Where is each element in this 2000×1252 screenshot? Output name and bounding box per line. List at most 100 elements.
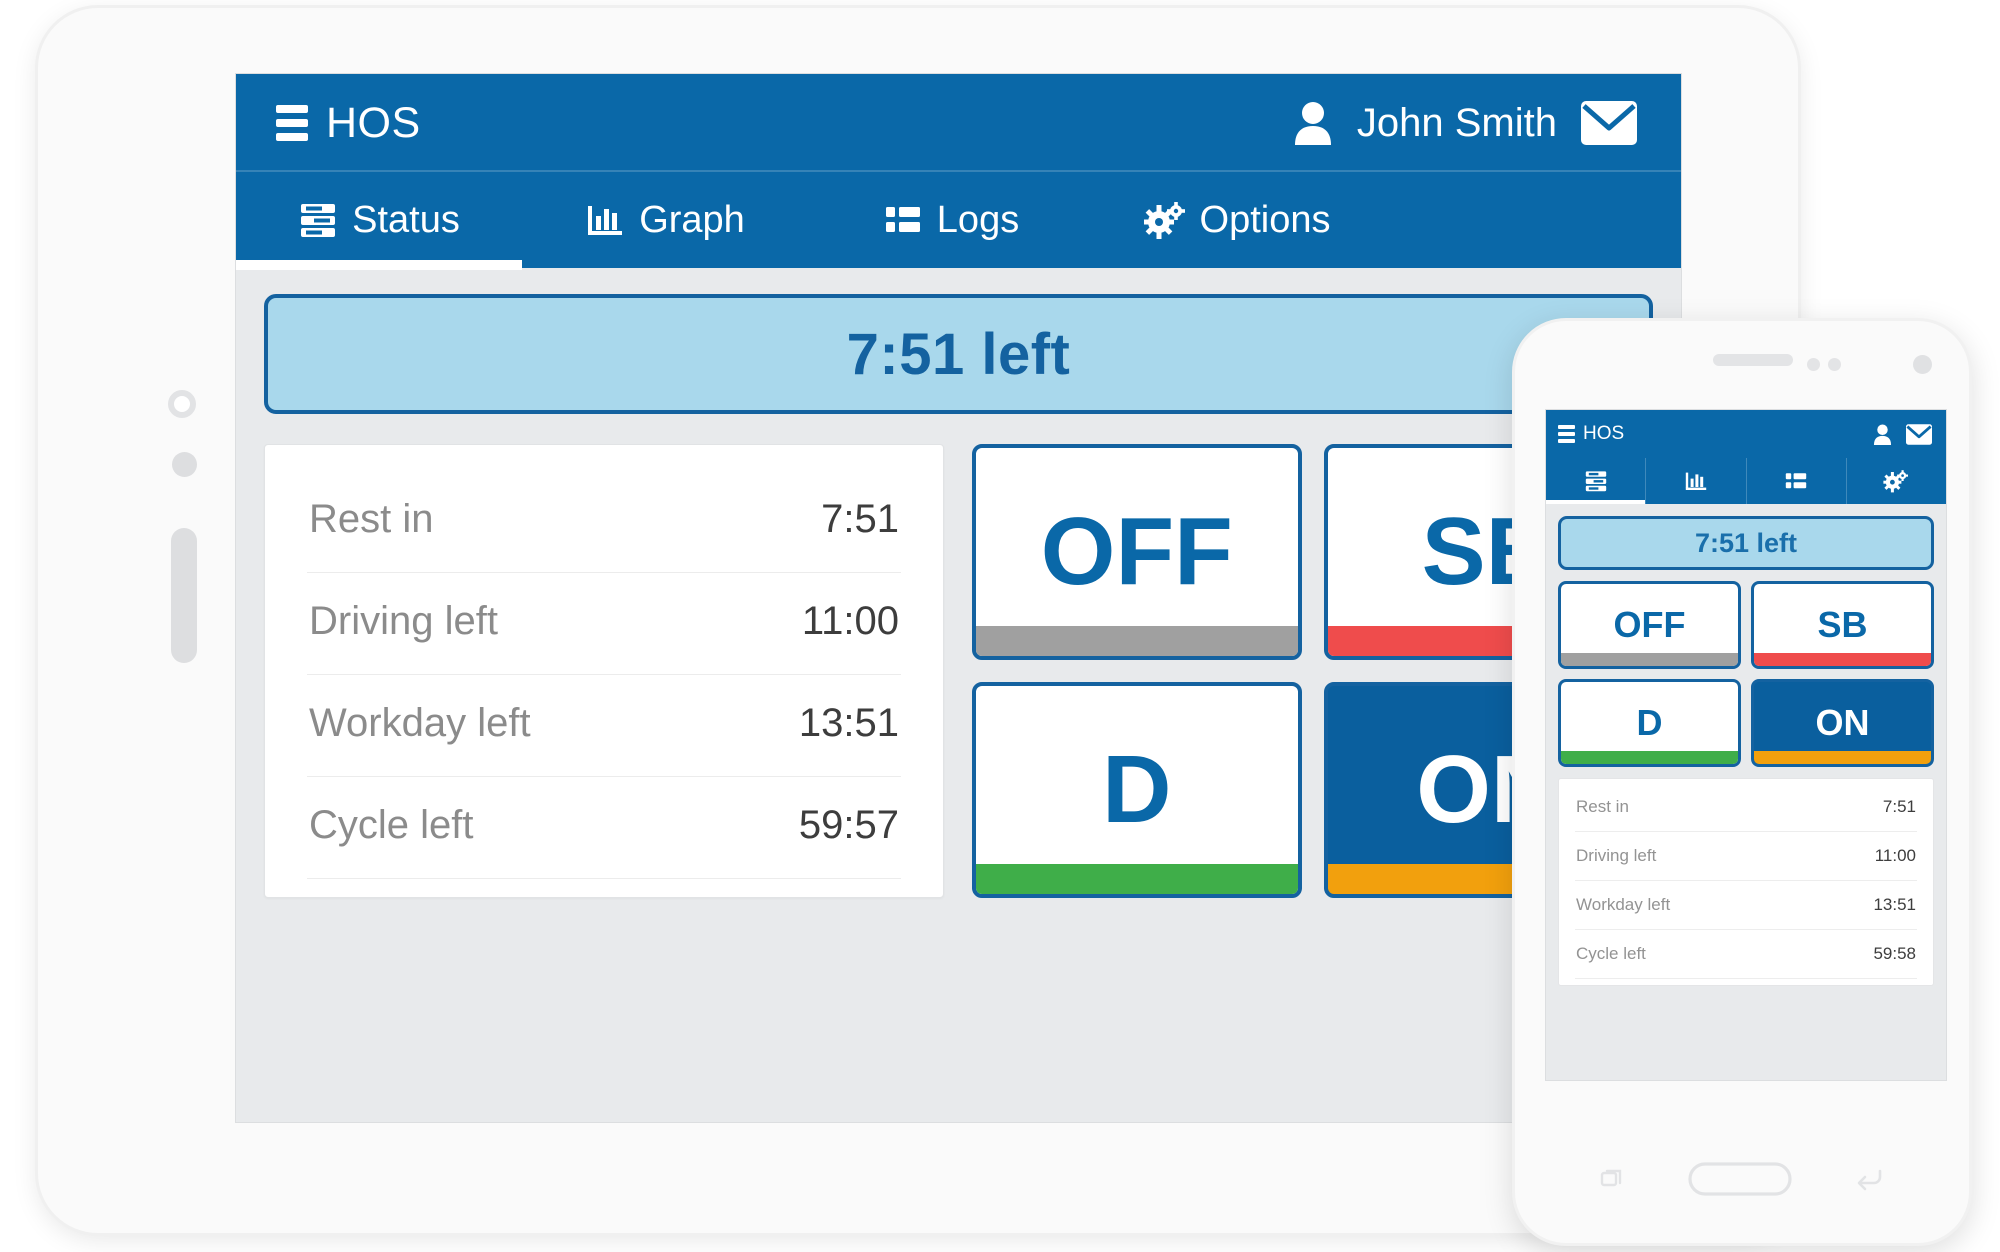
phone-sensor-icon-2 <box>1828 358 1841 371</box>
table-row: Workday left 13:51 <box>1575 881 1917 930</box>
hamburger-icon[interactable] <box>1558 425 1575 443</box>
back-icon[interactable] <box>1854 1166 1884 1192</box>
table-row: Driving left 11:00 <box>307 573 901 675</box>
duty-button-off[interactable]: OFF <box>1558 581 1741 669</box>
envelope-icon[interactable] <box>1906 423 1932 445</box>
duty-color-bar <box>976 626 1298 656</box>
tab-graph[interactable]: Graph <box>522 172 808 268</box>
stat-label: Cycle left <box>1576 944 1646 963</box>
hos-stats-card: Rest in 7:51 Driving left 11:00 Workday … <box>264 444 944 898</box>
table-row: Cycle left 59:57 <box>307 777 901 879</box>
phone-system-nav <box>1515 1147 1969 1211</box>
stat-label: Driving left <box>1576 846 1657 865</box>
table-row: Driving left 11:00 <box>1575 832 1917 881</box>
tab-status[interactable] <box>1546 458 1647 504</box>
duty-status-grid: OFF SB D ON <box>1558 581 1934 767</box>
tablet-camera-icon <box>168 390 196 418</box>
duty-color-bar <box>976 864 1298 894</box>
gears-icon <box>1143 200 1186 240</box>
phone-camera-icon <box>1913 355 1932 374</box>
stat-value: 11:00 <box>801 599 899 643</box>
tablet-side-button[interactable] <box>171 528 197 663</box>
tablet-tab-bar: Status Graph Logs Options <box>236 172 1681 270</box>
tab-graph[interactable] <box>1646 458 1747 504</box>
duty-button-on[interactable]: ON <box>1751 679 1934 767</box>
tablet-app-header: HOS John Smith <box>236 74 1681 172</box>
duty-button-sb[interactable]: SB <box>1751 581 1934 669</box>
tab-logs[interactable] <box>1747 458 1847 504</box>
duty-color-bar <box>1561 751 1738 764</box>
duty-color-bar <box>1754 751 1931 764</box>
tab-options[interactable]: Options <box>1094 172 1380 268</box>
time-left-banner: 7:51 left <box>264 294 1653 414</box>
tablet-main-row: Rest in 7:51 Driving left 11:00 Workday … <box>264 444 1653 898</box>
time-left-banner: 7:51 left <box>1558 516 1934 570</box>
phone-sensor-icon <box>1807 358 1820 371</box>
stat-value: 59:58 <box>1873 944 1916 963</box>
stat-label: Workday left <box>309 701 531 745</box>
gears-icon <box>1883 469 1909 493</box>
tab-logs-label: Logs <box>936 198 1020 241</box>
duty-button-label: OFF <box>1613 604 1686 645</box>
stat-label: Cycle left <box>309 803 474 847</box>
recents-icon[interactable] <box>1600 1166 1626 1192</box>
tablet-screen: HOS John Smith Status Graph Logs Options… <box>235 73 1682 1123</box>
duty-button-off[interactable]: OFF <box>972 444 1302 660</box>
hamburger-icon[interactable] <box>276 105 308 141</box>
duty-button-label: SB <box>1817 604 1868 645</box>
phone-device: HOS 7:51 left OFF SB D ON Rest in 7:51 D… <box>1512 318 1972 1246</box>
tablet-header-right: John Smith <box>1293 101 1637 146</box>
person-icon[interactable] <box>1293 101 1333 145</box>
tab-options[interactable] <box>1847 458 1946 504</box>
user-name-label: John Smith <box>1356 100 1557 145</box>
duty-button-label: D <box>1102 736 1172 843</box>
stat-value: 7:51 <box>1882 797 1916 816</box>
tab-status-label: Status <box>352 198 460 241</box>
hos-stats-card: Rest in 7:51 Driving left 11:00 Workday … <box>1558 778 1934 986</box>
home-icon[interactable] <box>1688 1162 1792 1196</box>
tab-graph-label: Graph <box>639 198 745 241</box>
duty-button-label: OFF <box>1040 498 1233 605</box>
list-icon <box>883 200 923 240</box>
tablet-content: 7:51 left Rest in 7:51 Driving left 11:0… <box>236 268 1681 898</box>
phone-content: 7:51 left OFF SB D ON Rest in 7:51 Drivi… <box>1546 504 1946 986</box>
duty-button-label: D <box>1636 702 1663 743</box>
tab-status[interactable]: Status <box>236 172 522 270</box>
phone-tab-bar <box>1546 458 1946 504</box>
duty-color-bar <box>1754 653 1931 666</box>
phone-app-header: HOS <box>1546 410 1946 458</box>
stat-label: Rest in <box>309 497 434 541</box>
stat-value: 7:51 <box>821 497 899 541</box>
status-list-icon <box>298 200 338 240</box>
duty-color-bar <box>1561 653 1738 666</box>
table-row: Workday left 13:51 <box>307 675 901 777</box>
table-row: Cycle left 59:58 <box>1575 930 1917 979</box>
bar-chart-icon <box>1684 469 1708 493</box>
stat-value: 13:51 <box>798 701 899 745</box>
tablet-sensor-icon <box>172 452 197 477</box>
table-row: Rest in 7:51 <box>307 471 901 573</box>
screenshot-stage: HOS John Smith Status Graph Logs Options… <box>0 0 2000 1252</box>
duty-button-label: ON <box>1815 702 1870 743</box>
table-row: Rest in 7:51 <box>1575 783 1917 832</box>
phone-speaker-icon <box>1713 354 1793 366</box>
bar-chart-icon <box>585 200 625 240</box>
duty-button-d[interactable]: D <box>972 682 1302 898</box>
envelope-icon[interactable] <box>1581 101 1637 145</box>
tab-logs[interactable]: Logs <box>808 172 1094 268</box>
phone-header-right <box>1873 423 1932 445</box>
tab-options-label: Options <box>1199 198 1331 241</box>
stat-label: Workday left <box>1576 895 1671 914</box>
app-brand-title: HOS <box>326 98 421 147</box>
stat-value: 13:51 <box>1873 895 1916 914</box>
status-list-icon <box>1584 469 1608 493</box>
phone-screen: HOS 7:51 left OFF SB D ON Rest in 7:51 D… <box>1545 409 1947 1081</box>
stat-value: 11:00 <box>1874 846 1916 865</box>
stat-label: Driving left <box>309 599 498 643</box>
stat-value: 59:57 <box>798 803 899 847</box>
person-icon[interactable] <box>1873 424 1892 445</box>
list-icon <box>1784 469 1808 493</box>
duty-button-d[interactable]: D <box>1558 679 1741 767</box>
stat-label: Rest in <box>1576 797 1629 816</box>
app-brand-title: HOS <box>1583 423 1625 444</box>
